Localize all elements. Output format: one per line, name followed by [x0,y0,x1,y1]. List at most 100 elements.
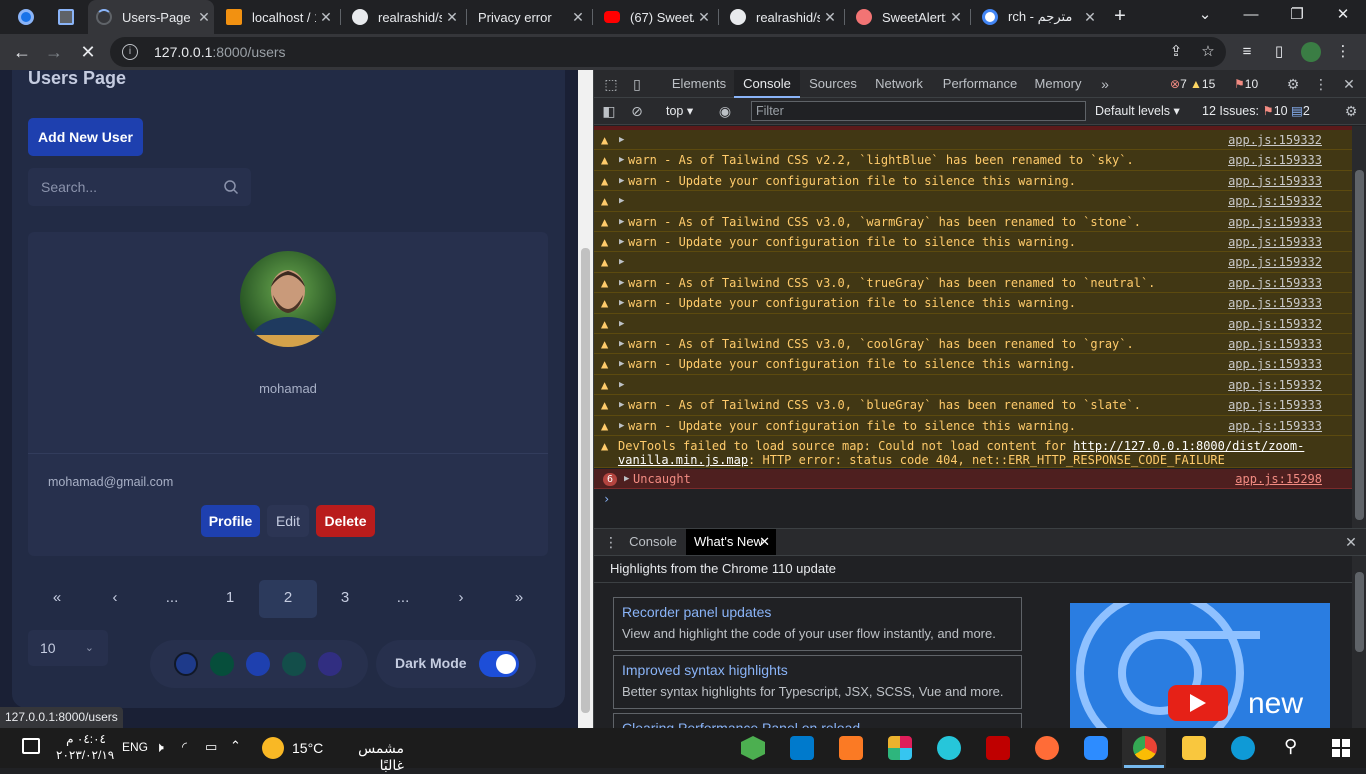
expand-arrow-icon[interactable]: ▶ [619,314,624,334]
devtools-menu-icon[interactable]: ⋮ [1312,75,1330,93]
page-scrollbar[interactable] [578,70,593,728]
console-source-link[interactable]: app.js:159333 [1228,354,1322,374]
edit-button[interactable]: Edit [267,505,309,537]
console-source-link[interactable]: app.js:159333 [1228,334,1322,354]
tab-youtube[interactable]: (67) SweetA ✕ [596,0,714,34]
close-icon[interactable]: ✕ [442,9,462,26]
error-count-badge[interactable]: ⊗7 [1170,76,1187,92]
tab-github-1[interactable]: realrashid/s ✕ [344,0,462,34]
share-icon[interactable]: ⇪ [1166,42,1186,62]
pagination-page-3[interactable]: 3 [316,580,374,618]
sidebar-toggle-icon[interactable]: ◧ [600,102,618,120]
settings-gear-icon[interactable]: ⚙ [1284,75,1302,93]
log-levels-select[interactable]: Default levels ▾ [1095,103,1180,118]
drawer-close-icon[interactable]: ✕ [1342,533,1360,551]
issues-badge[interactable]: ⚑10 [1234,76,1258,92]
pagination-ellipsis[interactable]: ... [143,580,201,618]
edge-icon[interactable] [1231,736,1255,760]
tab-privacy-error[interactable]: Privacy error ✕ [470,0,588,34]
pagination-ellipsis[interactable]: ... [374,580,432,618]
tab-chromium[interactable] [10,0,48,34]
expand-arrow-icon[interactable]: ▶ [619,416,624,436]
tab-sources[interactable]: Sources [802,70,864,98]
console-source-link[interactable]: app.js:159333 [1228,293,1322,313]
tab-github-2[interactable]: realrashid/s ✕ [722,0,840,34]
tab-elements[interactable]: Elements [664,70,734,98]
zoom-icon[interactable] [1084,736,1108,760]
mail-app-icon[interactable] [937,736,961,760]
tab-react[interactable] [50,0,88,34]
tab-console[interactable]: Console [734,70,800,98]
expand-arrow-icon[interactable]: ▶ [619,375,624,395]
expand-arrow-icon[interactable]: ▶ [619,354,624,374]
vscode-icon[interactable] [790,736,814,760]
restore-icon[interactable]: ❐ [1274,0,1320,34]
new-tab-icon[interactable]: + [1108,4,1132,28]
tab-google-translate[interactable]: rch - مترجم ✕ [974,0,1100,34]
console-source-link[interactable]: app.js:159333 [1228,416,1322,436]
forward-icon[interactable]: → [40,38,68,66]
console-source-link[interactable]: app.js:159333 [1228,171,1322,191]
feature-title[interactable]: Improved syntax highlights [622,662,1013,678]
expand-arrow-icon[interactable]: ▶ [619,334,624,354]
show-hidden-icons-chevron[interactable]: ⌃ [230,738,241,754]
inspect-element-icon[interactable]: ⬚ [602,75,620,93]
scrollbar-thumb[interactable] [581,248,590,713]
tab-phpmyadmin[interactable]: localhost / 1 ✕ [218,0,336,34]
tab-sweetalert[interactable]: SweetAlert2 ✕ [848,0,966,34]
warning-count-badge[interactable]: ▲15 [1190,76,1215,92]
close-icon[interactable]: ✕ [194,9,214,26]
console-source-link[interactable]: app.js:159333 [1228,150,1322,170]
search-input[interactable] [41,179,211,195]
scrollbar-thumb[interactable] [1355,572,1364,652]
file-explorer-icon[interactable] [1182,736,1206,760]
minimize-icon[interactable]: — [1228,0,1274,34]
postman-icon[interactable] [1035,736,1059,760]
tab-users-page[interactable]: Users-Page ✕ [88,0,214,34]
windows-start-icon[interactable] [1332,739,1350,757]
dark-mode-toggle[interactable] [479,651,519,677]
pagination-last[interactable]: » [490,580,548,618]
nodejs-icon[interactable] [741,736,765,760]
swatch-3[interactable] [246,652,270,676]
tab-performance[interactable]: Performance [936,70,1024,98]
error-source-link[interactable]: app.js:15298 [1235,469,1322,489]
feature-card[interactable]: Improved syntax highlights Better syntax… [613,655,1022,709]
pagination-page-2[interactable]: 2 [259,580,317,618]
pagination-first[interactable]: « [28,580,86,618]
close-icon[interactable]: ✕ [316,9,336,26]
site-info-icon[interactable]: i [122,44,138,60]
side-panel-icon[interactable]: ▯ [1269,42,1289,62]
expand-arrow-icon[interactable]: ▶ [619,171,624,191]
drawer-menu-icon[interactable]: ⋮ [602,533,620,551]
expand-arrow-icon[interactable]: ▶ [619,252,624,272]
expand-arrow-icon[interactable]: ▶ [619,232,624,252]
more-tabs-icon[interactable]: » [1096,75,1114,93]
volume-muted-icon[interactable]: 🕨 [155,739,164,756]
profile-button[interactable]: Profile [201,505,260,537]
console-source-link[interactable]: app.js:159333 [1228,395,1322,415]
feature-title[interactable]: Recorder panel updates [622,604,1013,620]
expand-arrow-icon[interactable]: ▶ [619,395,624,415]
swatch-4[interactable] [282,652,306,676]
console-source-link[interactable]: app.js:159333 [1228,273,1322,293]
pagination-prev[interactable]: ‹ [86,580,144,618]
slack-icon[interactable] [888,736,912,760]
address-bar[interactable]: i 127.0.0.1:8000/users [110,37,1226,67]
search-icon[interactable] [223,179,239,195]
pagination-next[interactable]: › [432,580,490,618]
console-source-link[interactable]: app.js:159332 [1228,375,1322,395]
whats-new-scrollbar[interactable] [1352,556,1366,728]
feature-card[interactable]: Clearing Performance Panel on reload [613,713,1022,728]
expand-arrow-icon[interactable]: ▶ [619,191,624,211]
context-select[interactable]: top ▾ [666,103,693,118]
profile-avatar[interactable] [1301,42,1321,62]
expand-arrow-icon[interactable]: ▶ [619,130,624,150]
per-page-select[interactable]: 10 ⌄ [28,630,108,666]
stop-loading-icon[interactable]: ✕ [74,38,102,66]
delete-button[interactable]: Delete [316,505,375,537]
live-expression-eye-icon[interactable]: ◉ [716,102,734,120]
close-icon[interactable]: ✕ [820,9,840,26]
filter-input[interactable]: Filter [751,101,1086,121]
clock-date[interactable]: ٢٠٢٣/٠٢/١٩ [56,748,114,762]
